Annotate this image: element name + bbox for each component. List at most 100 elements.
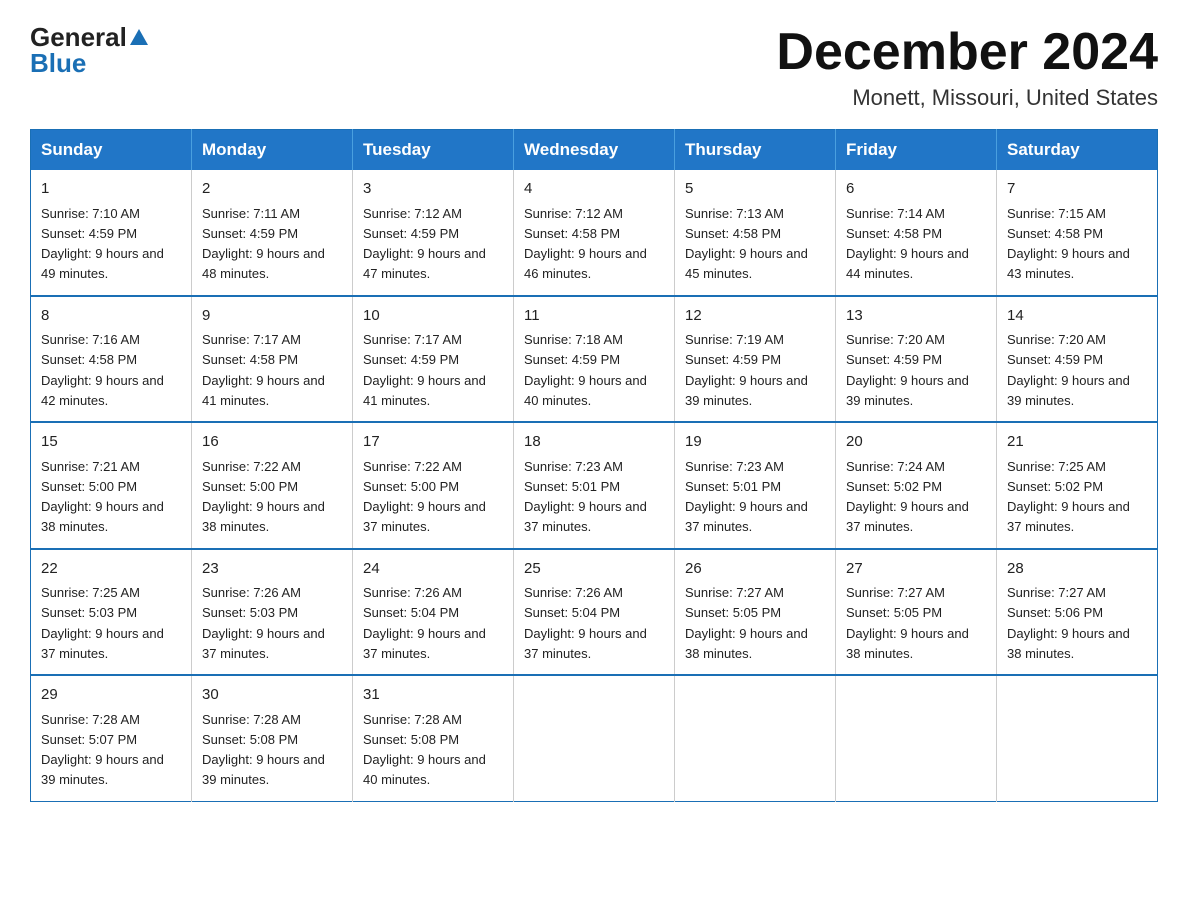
- logo-triangle-icon: [130, 29, 148, 50]
- day-number: 20: [846, 431, 986, 454]
- day-info: Sunrise: 7:22 AMSunset: 5:00 PMDaylight:…: [363, 459, 486, 535]
- day-info: Sunrise: 7:17 AMSunset: 4:59 PMDaylight:…: [363, 332, 486, 408]
- calendar-cell: 4 Sunrise: 7:12 AMSunset: 4:58 PMDayligh…: [514, 170, 675, 296]
- day-number: 3: [363, 178, 503, 201]
- calendar-cell: 12 Sunrise: 7:19 AMSunset: 4:59 PMDaylig…: [675, 296, 836, 423]
- calendar-title-block: December 2024 Monett, Missouri, United S…: [776, 24, 1158, 111]
- calendar-week-row: 29 Sunrise: 7:28 AMSunset: 5:07 PMDaylig…: [31, 675, 1158, 801]
- calendar-cell: 11 Sunrise: 7:18 AMSunset: 4:59 PMDaylig…: [514, 296, 675, 423]
- day-info: Sunrise: 7:19 AMSunset: 4:59 PMDaylight:…: [685, 332, 808, 408]
- calendar-cell: 27 Sunrise: 7:27 AMSunset: 5:05 PMDaylig…: [836, 549, 997, 676]
- calendar-cell: [836, 675, 997, 801]
- calendar-cell: 30 Sunrise: 7:28 AMSunset: 5:08 PMDaylig…: [192, 675, 353, 801]
- calendar-cell: 15 Sunrise: 7:21 AMSunset: 5:00 PMDaylig…: [31, 422, 192, 549]
- day-number: 15: [41, 431, 181, 454]
- day-header-monday: Monday: [192, 130, 353, 171]
- day-header-thursday: Thursday: [675, 130, 836, 171]
- calendar-cell: 21 Sunrise: 7:25 AMSunset: 5:02 PMDaylig…: [997, 422, 1158, 549]
- day-number: 21: [1007, 431, 1147, 454]
- day-info: Sunrise: 7:23 AMSunset: 5:01 PMDaylight:…: [524, 459, 647, 535]
- day-info: Sunrise: 7:12 AMSunset: 4:58 PMDaylight:…: [524, 206, 647, 282]
- day-number: 26: [685, 558, 825, 581]
- day-number: 24: [363, 558, 503, 581]
- calendar-cell: [997, 675, 1158, 801]
- day-number: 7: [1007, 178, 1147, 201]
- day-info: Sunrise: 7:28 AMSunset: 5:08 PMDaylight:…: [202, 712, 325, 788]
- day-info: Sunrise: 7:16 AMSunset: 4:58 PMDaylight:…: [41, 332, 164, 408]
- day-info: Sunrise: 7:27 AMSunset: 5:05 PMDaylight:…: [685, 585, 808, 661]
- day-info: Sunrise: 7:27 AMSunset: 5:05 PMDaylight:…: [846, 585, 969, 661]
- day-info: Sunrise: 7:25 AMSunset: 5:02 PMDaylight:…: [1007, 459, 1130, 535]
- day-number: 12: [685, 305, 825, 328]
- day-info: Sunrise: 7:26 AMSunset: 5:04 PMDaylight:…: [363, 585, 486, 661]
- day-info: Sunrise: 7:28 AMSunset: 5:07 PMDaylight:…: [41, 712, 164, 788]
- day-number: 16: [202, 431, 342, 454]
- day-header-tuesday: Tuesday: [353, 130, 514, 171]
- day-number: 2: [202, 178, 342, 201]
- calendar-cell: 1 Sunrise: 7:10 AMSunset: 4:59 PMDayligh…: [31, 170, 192, 296]
- day-info: Sunrise: 7:22 AMSunset: 5:00 PMDaylight:…: [202, 459, 325, 535]
- day-info: Sunrise: 7:27 AMSunset: 5:06 PMDaylight:…: [1007, 585, 1130, 661]
- calendar-cell: [675, 675, 836, 801]
- day-info: Sunrise: 7:25 AMSunset: 5:03 PMDaylight:…: [41, 585, 164, 661]
- day-info: Sunrise: 7:18 AMSunset: 4:59 PMDaylight:…: [524, 332, 647, 408]
- calendar-cell: 5 Sunrise: 7:13 AMSunset: 4:58 PMDayligh…: [675, 170, 836, 296]
- calendar-cell: 6 Sunrise: 7:14 AMSunset: 4:58 PMDayligh…: [836, 170, 997, 296]
- day-number: 22: [41, 558, 181, 581]
- calendar-cell: 8 Sunrise: 7:16 AMSunset: 4:58 PMDayligh…: [31, 296, 192, 423]
- day-info: Sunrise: 7:20 AMSunset: 4:59 PMDaylight:…: [1007, 332, 1130, 408]
- calendar-month-year: December 2024: [776, 24, 1158, 81]
- calendar-cell: 29 Sunrise: 7:28 AMSunset: 5:07 PMDaylig…: [31, 675, 192, 801]
- day-number: 9: [202, 305, 342, 328]
- day-headers-row: SundayMondayTuesdayWednesdayThursdayFrid…: [31, 130, 1158, 171]
- calendar-cell: 9 Sunrise: 7:17 AMSunset: 4:58 PMDayligh…: [192, 296, 353, 423]
- day-number: 29: [41, 684, 181, 707]
- calendar-cell: 2 Sunrise: 7:11 AMSunset: 4:59 PMDayligh…: [192, 170, 353, 296]
- day-number: 27: [846, 558, 986, 581]
- calendar-body: 1 Sunrise: 7:10 AMSunset: 4:59 PMDayligh…: [31, 170, 1158, 801]
- day-info: Sunrise: 7:11 AMSunset: 4:59 PMDaylight:…: [202, 206, 325, 282]
- calendar-cell: 31 Sunrise: 7:28 AMSunset: 5:08 PMDaylig…: [353, 675, 514, 801]
- day-info: Sunrise: 7:21 AMSunset: 5:00 PMDaylight:…: [41, 459, 164, 535]
- calendar-cell: 3 Sunrise: 7:12 AMSunset: 4:59 PMDayligh…: [353, 170, 514, 296]
- calendar-cell: 24 Sunrise: 7:26 AMSunset: 5:04 PMDaylig…: [353, 549, 514, 676]
- day-number: 1: [41, 178, 181, 201]
- calendar-week-row: 8 Sunrise: 7:16 AMSunset: 4:58 PMDayligh…: [31, 296, 1158, 423]
- day-number: 10: [363, 305, 503, 328]
- logo-blue-text: Blue: [30, 50, 86, 76]
- day-info: Sunrise: 7:23 AMSunset: 5:01 PMDaylight:…: [685, 459, 808, 535]
- calendar-cell: 17 Sunrise: 7:22 AMSunset: 5:00 PMDaylig…: [353, 422, 514, 549]
- calendar-header: SundayMondayTuesdayWednesdayThursdayFrid…: [31, 130, 1158, 171]
- day-info: Sunrise: 7:26 AMSunset: 5:03 PMDaylight:…: [202, 585, 325, 661]
- day-number: 18: [524, 431, 664, 454]
- page-header: General Blue December 2024 Monett, Misso…: [30, 24, 1158, 111]
- calendar-cell: 26 Sunrise: 7:27 AMSunset: 5:05 PMDaylig…: [675, 549, 836, 676]
- calendar-cell: 25 Sunrise: 7:26 AMSunset: 5:04 PMDaylig…: [514, 549, 675, 676]
- calendar-cell: 22 Sunrise: 7:25 AMSunset: 5:03 PMDaylig…: [31, 549, 192, 676]
- day-info: Sunrise: 7:14 AMSunset: 4:58 PMDaylight:…: [846, 206, 969, 282]
- calendar-week-row: 15 Sunrise: 7:21 AMSunset: 5:00 PMDaylig…: [31, 422, 1158, 549]
- day-info: Sunrise: 7:12 AMSunset: 4:59 PMDaylight:…: [363, 206, 486, 282]
- calendar-cell: 23 Sunrise: 7:26 AMSunset: 5:03 PMDaylig…: [192, 549, 353, 676]
- day-info: Sunrise: 7:17 AMSunset: 4:58 PMDaylight:…: [202, 332, 325, 408]
- calendar-cell: 16 Sunrise: 7:22 AMSunset: 5:00 PMDaylig…: [192, 422, 353, 549]
- calendar-week-row: 22 Sunrise: 7:25 AMSunset: 5:03 PMDaylig…: [31, 549, 1158, 676]
- day-number: 23: [202, 558, 342, 581]
- day-info: Sunrise: 7:26 AMSunset: 5:04 PMDaylight:…: [524, 585, 647, 661]
- calendar-cell: 19 Sunrise: 7:23 AMSunset: 5:01 PMDaylig…: [675, 422, 836, 549]
- day-info: Sunrise: 7:15 AMSunset: 4:58 PMDaylight:…: [1007, 206, 1130, 282]
- calendar-cell: 18 Sunrise: 7:23 AMSunset: 5:01 PMDaylig…: [514, 422, 675, 549]
- day-number: 25: [524, 558, 664, 581]
- day-info: Sunrise: 7:24 AMSunset: 5:02 PMDaylight:…: [846, 459, 969, 535]
- day-number: 6: [846, 178, 986, 201]
- logo-general-text: General: [30, 24, 127, 50]
- calendar-cell: 28 Sunrise: 7:27 AMSunset: 5:06 PMDaylig…: [997, 549, 1158, 676]
- day-header-wednesday: Wednesday: [514, 130, 675, 171]
- logo: General Blue: [30, 24, 148, 76]
- calendar-week-row: 1 Sunrise: 7:10 AMSunset: 4:59 PMDayligh…: [31, 170, 1158, 296]
- day-header-sunday: Sunday: [31, 130, 192, 171]
- calendar-cell: 7 Sunrise: 7:15 AMSunset: 4:58 PMDayligh…: [997, 170, 1158, 296]
- calendar-table: SundayMondayTuesdayWednesdayThursdayFrid…: [30, 129, 1158, 802]
- calendar-cell: 13 Sunrise: 7:20 AMSunset: 4:59 PMDaylig…: [836, 296, 997, 423]
- day-number: 13: [846, 305, 986, 328]
